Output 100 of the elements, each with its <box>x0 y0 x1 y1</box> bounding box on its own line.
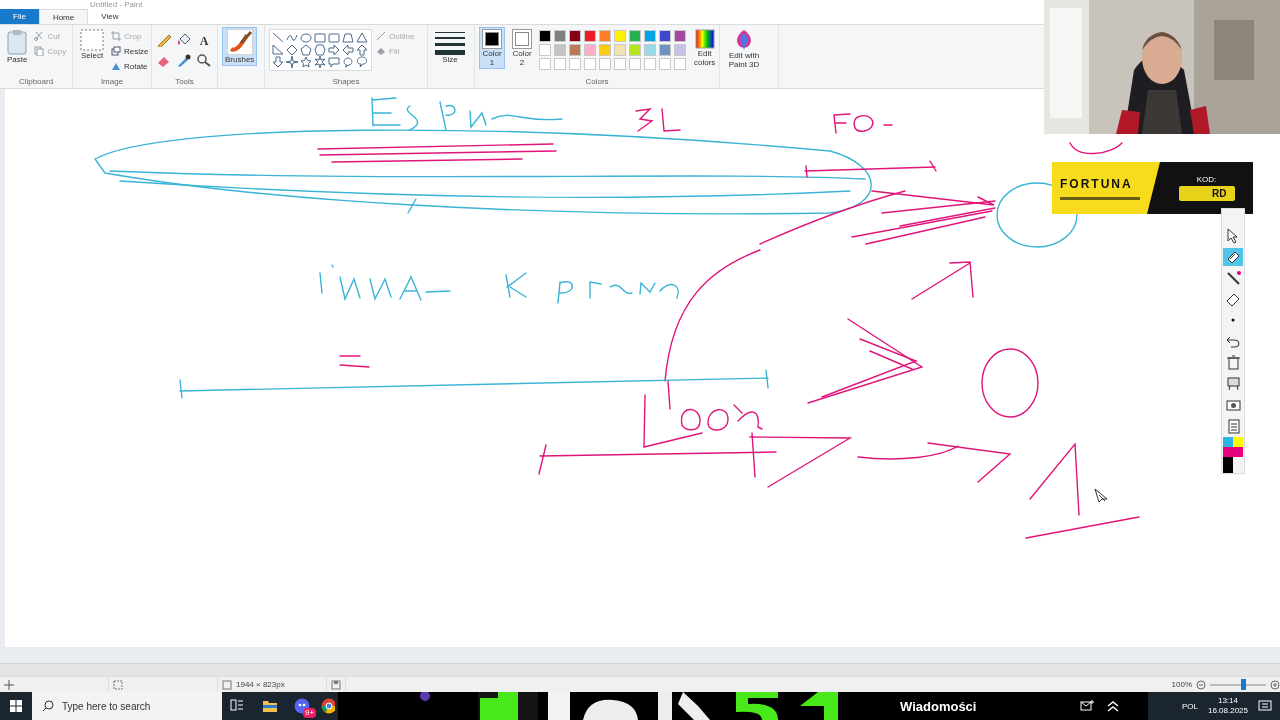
empty-swatch[interactable] <box>599 58 611 70</box>
folder-icon[interactable] <box>262 698 278 714</box>
shape-icon[interactable] <box>342 56 354 68</box>
shape-icon[interactable] <box>328 56 340 68</box>
resize-button[interactable]: Resize <box>111 44 149 58</box>
empty-swatch[interactable] <box>644 58 656 70</box>
shape-icon[interactable] <box>314 56 326 68</box>
select-button[interactable]: Select <box>77 27 107 62</box>
text-tool[interactable]: A <box>196 33 212 49</box>
color-swatch[interactable] <box>569 44 581 56</box>
paste-button[interactable]: Paste <box>4 27 31 66</box>
shape-icon[interactable] <box>286 56 298 68</box>
color-swatch[interactable] <box>659 44 671 56</box>
mail-icon[interactable] <box>1080 700 1094 712</box>
empty-swatch[interactable] <box>554 58 566 70</box>
shape-icon[interactable] <box>300 44 312 56</box>
empty-swatch[interactable] <box>674 58 686 70</box>
color-swatch[interactable] <box>539 44 551 56</box>
brushes-button[interactable]: Brushes <box>222 27 258 66</box>
notification-icon[interactable] <box>1258 699 1272 713</box>
color-swatch[interactable] <box>599 30 611 42</box>
windows-icon[interactable] <box>10 700 22 712</box>
search-icon <box>42 700 54 712</box>
magnifier-icon[interactable] <box>196 53 212 67</box>
color-swatch[interactable] <box>569 30 581 42</box>
outline-icon <box>376 31 386 41</box>
shape-icon[interactable] <box>300 32 312 44</box>
shape-icon[interactable] <box>342 44 354 56</box>
empty-swatch[interactable] <box>569 58 581 70</box>
edit-colors-button[interactable]: Edit colors <box>691 27 719 69</box>
clipboard-icon <box>7 29 28 55</box>
shape-icon[interactable] <box>328 44 340 56</box>
shape-icon[interactable] <box>272 32 284 44</box>
ribbon-tab[interactable]: Home <box>38 9 89 24</box>
rotate-button[interactable]: Rotate <box>111 59 149 73</box>
tool-button[interactable] <box>1223 248 1243 266</box>
color-swatch[interactable] <box>1223 447 1243 457</box>
color-swatch[interactable] <box>674 44 686 56</box>
clock-time[interactable]: 13:14 <box>1217 696 1238 706</box>
shape-icon[interactable] <box>356 44 368 56</box>
zoom-out-icon[interactable] <box>1196 679 1206 690</box>
pencil-icon[interactable] <box>156 33 172 47</box>
search-field[interactable]: Type here to search <box>32 692 222 720</box>
group-label: Image <box>99 76 125 88</box>
color-swatch[interactable] <box>1233 437 1243 447</box>
color-swatch[interactable] <box>674 30 686 42</box>
color-swatch[interactable] <box>614 30 626 42</box>
empty-swatch[interactable] <box>659 58 671 70</box>
color-swatch[interactable] <box>629 44 641 56</box>
color-swatch[interactable] <box>584 30 596 42</box>
shape-icon[interactable] <box>272 44 284 56</box>
shape-icon[interactable] <box>342 32 354 44</box>
shape-icon[interactable] <box>314 32 326 44</box>
shape-icon[interactable] <box>328 32 340 44</box>
color-swatch[interactable] <box>644 44 656 56</box>
scissors-icon <box>34 31 45 41</box>
color-swatch[interactable] <box>1223 437 1233 447</box>
shape-icon[interactable] <box>272 56 284 68</box>
shape-icon[interactable] <box>356 32 368 44</box>
shape-icon[interactable] <box>314 44 326 56</box>
scroll-bar[interactable] <box>0 663 1280 676</box>
promo-code: RD <box>1178 186 1235 201</box>
empty-swatch[interactable] <box>539 58 551 70</box>
color-swatch[interactable] <box>614 44 626 56</box>
clock-date[interactable]: 16.08.2025 <box>1207 706 1248 716</box>
color-1-button[interactable]: Color 1 <box>479 27 505 69</box>
empty-swatch[interactable] <box>629 58 641 70</box>
color-swatch[interactable] <box>1223 457 1233 473</box>
shape-icon[interactable] <box>300 56 312 68</box>
chevron-up-icon[interactable] <box>1106 700 1120 712</box>
color-swatch[interactable] <box>554 30 566 42</box>
color-picker-icon[interactable] <box>176 53 192 67</box>
ribbon-tab[interactable]: View <box>88 9 132 24</box>
empty-swatch[interactable] <box>614 58 626 70</box>
color-swatch[interactable] <box>539 30 551 42</box>
stroke-drawing <box>1069 142 1123 155</box>
fill-bucket-icon[interactable] <box>176 33 192 47</box>
file-menu-tab[interactable]: File <box>0 9 39 24</box>
shape-icon[interactable] <box>356 56 368 68</box>
size-button[interactable]: Size <box>432 27 468 66</box>
resize-icon <box>111 46 121 56</box>
color-swatch[interactable] <box>659 30 671 42</box>
color-swatch[interactable] <box>644 30 656 42</box>
paint-3d-button[interactable]: Edit with Paint 3D <box>724 27 764 71</box>
shape-icon[interactable] <box>286 44 298 56</box>
browser-icon[interactable] <box>321 698 335 714</box>
language-indicator[interactable]: POL <box>1181 701 1198 711</box>
color-swatch[interactable] <box>599 44 611 56</box>
zoom-in-icon[interactable] <box>1270 679 1280 690</box>
window-title: Untitled - Paint <box>90 0 143 9</box>
color-swatch[interactable] <box>554 44 566 56</box>
pen-icon <box>1224 269 1242 287</box>
color-swatch[interactable] <box>629 30 641 42</box>
shape-icon[interactable] <box>286 32 298 44</box>
empty-swatch[interactable] <box>584 58 596 70</box>
task-view-icon[interactable] <box>230 698 246 714</box>
slider-thumb[interactable] <box>1241 678 1247 690</box>
fill-icon <box>376 46 386 56</box>
color-2-button[interactable]: Color 2 <box>509 27 535 69</box>
color-swatch[interactable] <box>584 44 596 56</box>
